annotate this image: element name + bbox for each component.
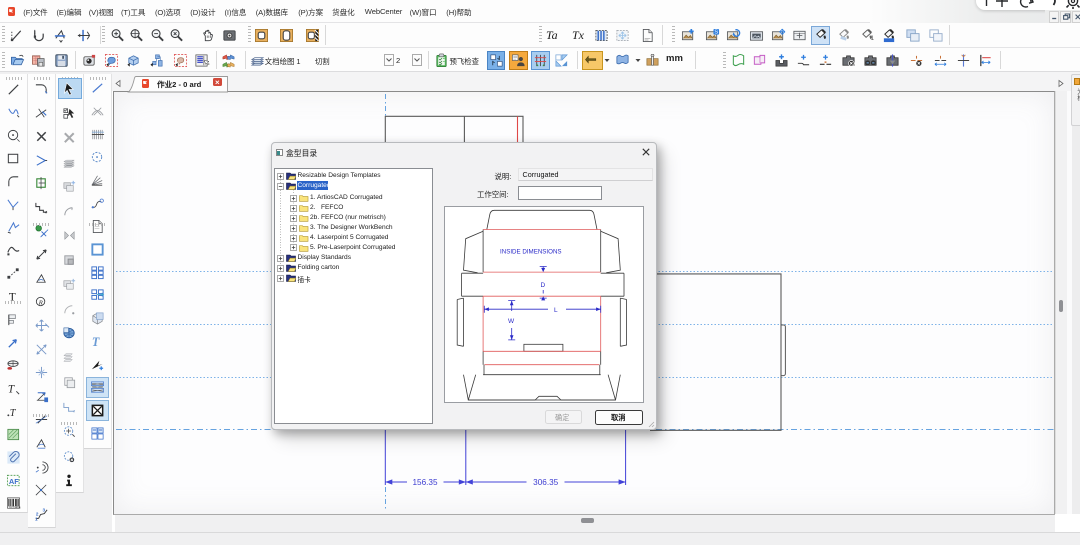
- svg-text:INSIDE DIMENSIONS: INSIDE DIMENSIONS: [500, 248, 562, 255]
- svg-text:T: T: [10, 408, 17, 419]
- svg-text:R: R: [37, 300, 42, 307]
- svg-text:306.35: 306.35: [533, 478, 558, 487]
- svg-text:D: D: [540, 282, 545, 289]
- svg-text:W: W: [508, 318, 515, 325]
- svg-text:L: L: [554, 307, 558, 314]
- svg-text:1: 1: [870, 35, 874, 42]
- svg-text:0123456: 0123456: [9, 506, 21, 510]
- svg-text:AF: AF: [9, 477, 19, 486]
- svg-text:T: T: [92, 335, 100, 349]
- svg-text:156.35: 156.35: [412, 478, 437, 487]
- svg-text:S: S: [714, 29, 718, 35]
- svg-text:3: 3: [42, 507, 45, 512]
- svg-text:T: T: [8, 384, 15, 396]
- svg-text:1: 1: [35, 516, 38, 521]
